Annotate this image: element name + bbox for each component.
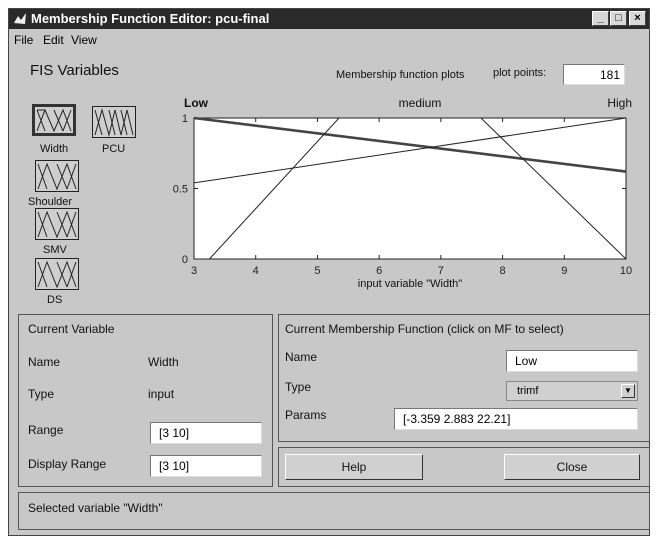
display-range-input[interactable]: [3 10] <box>150 455 262 477</box>
mf-name-label: Name <box>285 350 318 364</box>
variable-ds-label: DS <box>47 294 63 304</box>
variable-shoulder-box[interactable] <box>35 160 79 192</box>
variable-width-label: Width <box>40 143 69 155</box>
menu-view[interactable]: View <box>71 33 97 47</box>
mf-type-value: trimf <box>517 385 539 397</box>
x-tick-label: 10 <box>620 265 632 277</box>
variable-width-box[interactable] <box>32 104 76 136</box>
mf-params-label: Params <box>285 408 327 422</box>
minimize-button[interactable]: _ <box>592 11 609 26</box>
y-tick-label: 0 <box>182 254 188 266</box>
mf-triangle-icon <box>37 210 77 239</box>
plot-area <box>193 117 627 260</box>
membership-function-chart: 3 4 5 6 7 8 9 10 0 0.5 1 input variable "Width" Low m… <box>173 96 632 290</box>
fis-variables-label: FIS Variables <box>30 62 119 79</box>
variable-shoulder-label: Shoulder <box>28 196 73 208</box>
menu-bar: File Edit View <box>9 30 649 50</box>
title-bar: Membership Function Editor: pcu-final _ … <box>9 9 649 29</box>
mf-name-input[interactable]: Low <box>506 350 638 372</box>
cv-type-label: Type <box>28 387 55 401</box>
chevron-down-icon[interactable]: ▼ <box>621 384 635 398</box>
mf-triangle-icon <box>94 108 134 137</box>
x-tick-label: 3 <box>191 265 197 277</box>
status-text: Selected variable "Width" <box>28 501 163 515</box>
cv-type-value: input <box>148 387 175 401</box>
close-button[interactable]: Close <box>504 454 640 480</box>
x-tick-label: 9 <box>561 265 567 277</box>
plot-points-input[interactable]: 181 <box>563 64 625 85</box>
mf-triangle-icon <box>36 108 72 133</box>
mf-params-input[interactable]: [-3.359 2.883 22.21] <box>394 408 638 430</box>
cv-range-label: Range <box>28 423 64 437</box>
menu-edit[interactable]: Edit <box>43 33 64 47</box>
plot-points-label: plot points: <box>493 67 547 79</box>
cv-display-range-label: Display Range <box>28 457 107 471</box>
current-mf-header: Current Membership Function (click on MF… <box>285 322 564 336</box>
matlab-icon <box>14 13 26 24</box>
mf-plots-label: Membership function plots <box>336 69 465 81</box>
mf-type-select[interactable]: trimf ▼ <box>506 381 638 401</box>
mf-label-high: High <box>607 96 632 110</box>
x-axis-label: input variable "Width" <box>358 278 463 290</box>
mf-label-medium: medium <box>399 96 442 110</box>
maximize-button[interactable]: □ <box>610 11 627 26</box>
range-input[interactable]: [3 10] <box>150 422 262 444</box>
current-variable-header: Current Variable <box>28 322 115 336</box>
mf-triangle-icon <box>37 162 77 191</box>
menu-file[interactable]: File <box>14 33 33 47</box>
y-tick-label: 0.5 <box>173 184 188 196</box>
variable-smv-label: SMV <box>43 244 67 256</box>
cv-name-value: Width <box>148 355 179 369</box>
x-tick-label: 5 <box>314 265 320 277</box>
variable-pcu-label: PCU <box>102 143 126 155</box>
variable-smv-box[interactable] <box>35 208 79 240</box>
mf-label-low: Low <box>184 96 209 110</box>
mf-triangle-icon <box>37 260 77 289</box>
x-tick-label: 7 <box>438 265 444 277</box>
close-window-button[interactable]: × <box>629 11 646 26</box>
x-tick-label: 4 <box>253 265 259 277</box>
help-button[interactable]: Help <box>285 454 423 480</box>
x-tick-label: 8 <box>500 265 506 277</box>
x-tick-label: 6 <box>376 265 382 277</box>
cv-name-label: Name <box>28 355 61 369</box>
window-title: Membership Function Editor: pcu-final <box>31 11 270 26</box>
y-tick-label: 1 <box>182 113 188 125</box>
variable-pcu-box[interactable] <box>92 106 136 138</box>
variable-ds-box[interactable] <box>35 258 79 290</box>
mf-type-label: Type <box>285 380 312 394</box>
